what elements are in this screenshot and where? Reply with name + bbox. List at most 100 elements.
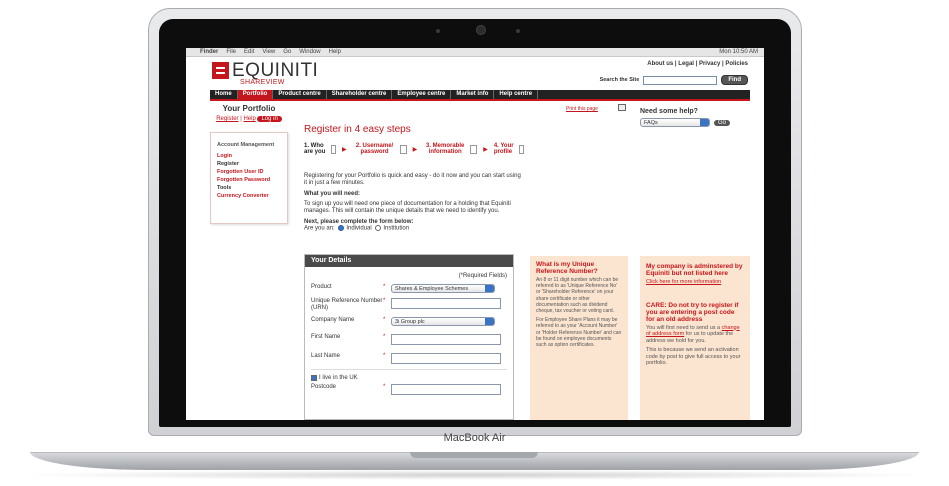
urn-input[interactable] [391,298,501,309]
menubar-item[interactable]: File [226,49,236,55]
menubar-item[interactable]: Go [283,49,291,55]
nav-underline [210,99,750,101]
last-name-input[interactable] [391,353,501,364]
menubar-item[interactable]: Window [299,49,320,55]
print-page-link[interactable]: Print this page [566,106,598,112]
document-icon [519,144,524,154]
sidebar-link-forgotten-password[interactable]: Forgotten Password [217,176,281,184]
first-name-label: First Name [311,334,341,340]
individual-label: Individual [346,225,372,232]
postcode-label: Postcode [311,384,337,390]
document-icon [470,144,478,154]
equiniti-logo[interactable]: EQUINITI [212,60,319,81]
nav-home[interactable]: Home [210,90,238,99]
site-search: Search the Site Find [600,75,748,85]
first-name-input[interactable] [391,334,501,345]
company-info-title: My company is adminstered by Equiniti bu… [646,263,743,277]
urn-info-p1: An 8 or 11 digit number which can be ref… [536,277,619,315]
os-menubar: Finder File Edit View Go Window Help Mon… [186,48,764,57]
institution-radio[interactable] [375,225,382,231]
product-label: Product [311,284,332,290]
camera [476,25,486,35]
form-separator [311,369,507,370]
account-title: Account Management [217,142,275,148]
sidebar-link-forgotten-user-id[interactable]: Forgotten User ID [217,168,281,176]
company-row: Company Name * 3i Group plc [305,317,513,326]
sidebar-link-register[interactable]: Register [217,160,281,168]
last-name-row: Last Name * [305,353,513,364]
menubar-item[interactable]: Edit [244,49,254,55]
postcode-input[interactable] [391,384,501,395]
need-title: What you will need: [304,191,361,197]
nav-portfolio[interactable]: Portfolio [237,90,274,99]
sensor-dot [516,29,520,33]
sensor-dot [436,29,440,33]
urn-info-box: What is my Unique Reference Number? An 8… [530,256,628,420]
care-text-a: You will first need to send us a [646,324,721,331]
printer-icon[interactable] [618,104,626,111]
menubar-item[interactable]: View [262,49,275,55]
search-label: Search the Site [599,77,640,83]
urn-info-title: What is my Unique Reference Number? [536,261,598,275]
menubar-item[interactable]: Help [329,49,341,55]
individual-radio[interactable] [338,225,345,231]
uk-label: I live in the UK [319,375,358,381]
product-select[interactable]: Shares & Employee Schemes [391,284,495,293]
step-label: 1. Who are you [304,143,326,155]
register-link[interactable]: Register [216,116,238,122]
nav-market-info[interactable]: Market info [451,90,495,99]
company-select[interactable]: 3i Group plc [391,317,495,326]
sidebar-link-login[interactable]: Login [217,152,281,160]
step-1: 1. Who are you [304,143,336,155]
login-row: Register | Help Log in [210,116,288,122]
menubar-clock[interactable]: Mon 10:50 AM [719,49,758,55]
portfolio-title: Your Portfolio [222,104,276,113]
help-panel: Need some help? FAQs Go [640,108,731,127]
step-3: 3. Memorable information [423,143,478,155]
help-title: Need some help? [640,108,698,115]
form-header: Your Details [305,255,513,267]
uk-checkbox[interactable] [311,375,317,381]
care-title: CARE: Do not try to register if you are … [646,301,739,323]
postcode-row: Postcode * [305,384,513,395]
product-row: Product * Shares & Employee Schemes [305,284,513,293]
urn-info-p2: For Employee Share Plans it may be refer… [536,317,622,349]
main-content: Register in 4 easy steps 1. Who are you … [304,102,524,232]
logo-mark-icon [212,62,229,79]
more-info-link[interactable]: Click here for more information [646,279,721,285]
step-arrow-icon: ▶ [483,146,488,153]
faq-select[interactable]: FAQs [640,118,710,127]
laptop-shadow [10,470,939,480]
urn-label: Unique Reference Number (URN) [311,298,383,311]
find-button[interactable]: Find [721,75,748,85]
nav-help-centre[interactable]: Help centre [494,90,539,99]
top-links[interactable]: About us | Legal | Privacy | Policies [647,61,748,67]
intro-text: Registering for your Portfolio is quick … [304,173,521,186]
document-icon [331,144,336,154]
go-button[interactable]: Go [714,119,731,126]
search-input[interactable] [643,75,718,85]
step-label: 3. Memorable information [426,143,465,155]
urn-row: Unique Reference Number (URN) * [305,298,513,312]
sidebar-link-currency-converter[interactable]: Currency Converter [217,192,281,200]
nav-product-centre[interactable]: Product centre [273,90,327,99]
need-text: To sign up you will need one piece of do… [304,201,511,214]
nav-shareholder-centre[interactable]: Shareholder centre [327,90,393,99]
institution-label: Institution [383,225,410,232]
menubar-app[interactable]: Finder [200,49,218,55]
company-label: Company Name [311,317,355,323]
help-link[interactable]: Help [243,116,255,122]
logo-text: EQUINITI [232,60,319,81]
step-2: 2. Username/ password [353,143,407,155]
company-info-box: My company is adminstered by Equiniti bu… [640,256,750,420]
step-arrow-icon: ▶ [412,146,418,153]
step-arrow-icon: ▶ [341,146,347,153]
first-name-row: First Name * [305,334,513,345]
nav-employee-centre[interactable]: Employee centre [392,90,452,99]
logo-subtitle: SHAREVIEW [240,79,285,86]
login-button[interactable]: Log in [257,116,282,122]
step-4: 4. Your profile [494,143,524,155]
main-nav: Home Portfolio Product centre Shareholde… [210,90,750,99]
page-title: Register in 4 easy steps [304,124,411,135]
account-management-box: Account Management Login Register Forgot… [210,132,288,224]
